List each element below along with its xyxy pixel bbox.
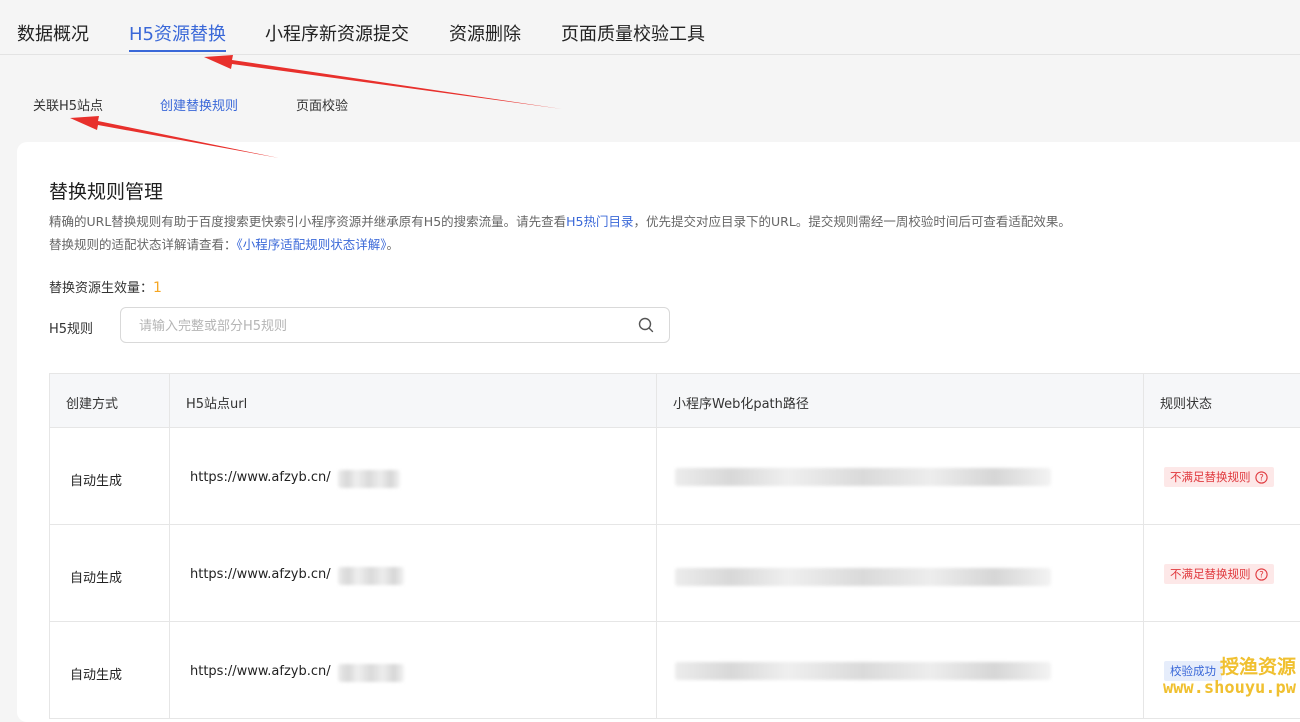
rule-management-card: 替换规则管理 精确的URL替换规则有助于百度搜索更快索引小程序资源并继承原有H5… xyxy=(17,142,1300,722)
active-tab-underline xyxy=(129,50,226,52)
tab-page-quality-tool[interactable]: 页面质量校验工具 xyxy=(561,20,705,46)
blurred-path xyxy=(675,662,1051,680)
top-tab-bar: 数据概况 H5资源替换 小程序新资源提交 资源删除 页面质量校验工具 xyxy=(0,0,1300,55)
watermark-text: 授渔资源 xyxy=(1219,656,1296,678)
desc-text: ，优先提交对应目录下的URL。提交规则需经一周校验时间后可查看适配效果。 xyxy=(633,214,1071,229)
description-line-1: 精确的URL替换规则有助于百度搜索更快索引小程序资源并继承原有H5的搜索流量。请… xyxy=(49,211,1071,230)
tab-miniprogram-submit[interactable]: 小程序新资源提交 xyxy=(265,20,409,46)
rules-table: 创建方式 H5站点url 小程序Web化path路径 规则状态 自动生成 htt… xyxy=(49,373,1300,719)
blurred-path xyxy=(675,468,1051,486)
search-input[interactable] xyxy=(137,315,621,337)
tab-h5-resource-replace[interactable]: H5资源替换 xyxy=(129,20,226,46)
h5-rule-label: H5规则 xyxy=(49,322,94,337)
subtab-create-rule[interactable]: 创建替换规则 xyxy=(160,95,238,114)
desc-text: 替换规则的适配状态详解请查看： xyxy=(49,237,237,252)
tab-data-overview[interactable]: 数据概况 xyxy=(17,20,89,46)
status-badge: 不满足替换规则? xyxy=(1164,467,1274,487)
cell-create-method: 自动生成 xyxy=(70,668,123,683)
status-badge: 不满足替换规则? xyxy=(1164,564,1274,584)
table-row: 自动生成 https://www.afzyb.cn/ 不满足替换规则? xyxy=(49,428,1300,525)
page-title: 替换规则管理 xyxy=(49,181,164,203)
svg-text:?: ? xyxy=(1259,474,1264,484)
cell-h5-url: https://www.afzyb.cn/ xyxy=(190,470,331,485)
annotation-arrow xyxy=(204,55,562,109)
cell-create-method: 自动生成 xyxy=(70,474,123,489)
blurred-path xyxy=(675,568,1051,586)
effective-count-value: 1 xyxy=(153,280,162,296)
status-text: 不满足替换规则 xyxy=(1170,567,1251,581)
header-h5-url: H5站点url xyxy=(186,397,248,412)
table-row: 自动生成 https://www.afzyb.cn/ 不满足替换规则? xyxy=(49,525,1300,622)
table-row: 自动生成 https://www.afzyb.cn/ 校验成功 xyxy=(49,622,1300,719)
status-detail-link[interactable]: 《小程序适配规则状态详解》 xyxy=(237,237,387,252)
table-header: 创建方式 H5站点url 小程序Web化path路径 规则状态 xyxy=(49,374,1300,428)
tab-resource-delete[interactable]: 资源删除 xyxy=(449,20,521,46)
subtab-link-h5-site[interactable]: 关联H5站点 xyxy=(33,95,103,114)
blurred-url-suffix xyxy=(338,470,400,488)
header-create-method: 创建方式 xyxy=(66,397,119,412)
effective-count: 替换资源生效量：1 xyxy=(49,277,162,296)
search-box[interactable] xyxy=(120,307,670,343)
cell-h5-url: https://www.afzyb.cn/ xyxy=(190,567,331,582)
header-web-path: 小程序Web化path路径 xyxy=(673,397,809,412)
help-icon[interactable]: ? xyxy=(1254,568,1268,581)
header-rule-status: 规则状态 xyxy=(1160,397,1213,412)
svg-text:?: ? xyxy=(1259,571,1264,581)
desc-text: 。 xyxy=(386,237,400,252)
effective-count-label: 替换资源生效量： xyxy=(49,281,154,296)
status-text: 不满足替换规则 xyxy=(1170,470,1251,484)
subtab-page-check[interactable]: 页面校验 xyxy=(296,95,348,114)
search-icon[interactable] xyxy=(637,316,655,334)
description-line-2: 替换规则的适配状态详解请查看：《小程序适配规则状态详解》。 xyxy=(49,234,399,253)
desc-text: 精确的URL替换规则有助于百度搜索更快索引小程序资源并继承原有H5的搜索流量。请… xyxy=(49,214,567,229)
hot-directory-link[interactable]: H5热门目录 xyxy=(566,214,633,229)
blurred-url-suffix xyxy=(338,567,404,585)
cell-create-method: 自动生成 xyxy=(70,571,123,586)
blurred-url-suffix xyxy=(338,664,404,682)
help-icon[interactable]: ? xyxy=(1254,471,1268,484)
watermark-url: www.shouyu.pw xyxy=(1162,678,1296,698)
cell-h5-url: https://www.afzyb.cn/ xyxy=(190,664,331,679)
